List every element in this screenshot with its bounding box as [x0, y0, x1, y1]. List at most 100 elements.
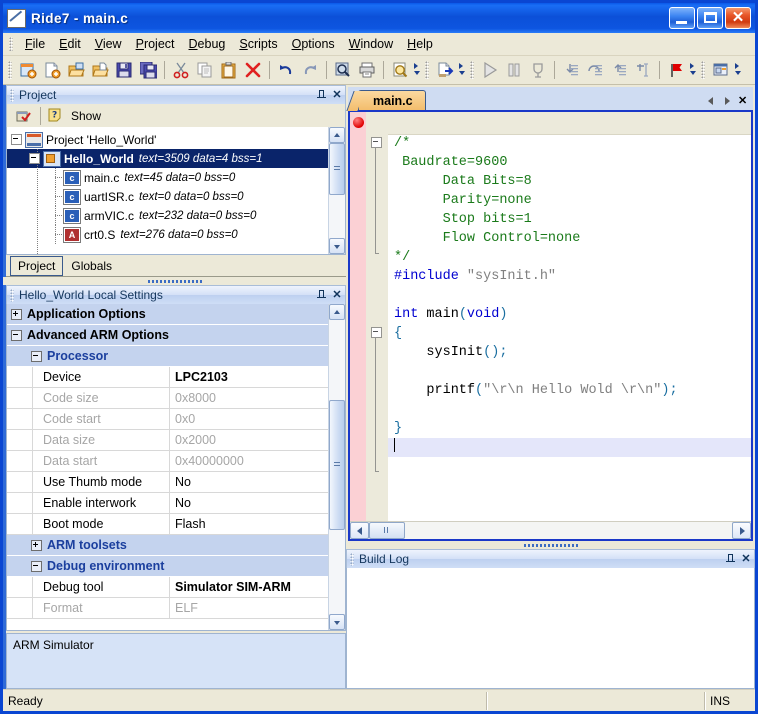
settings-row-data-size[interactable]: Data size 0x2000 — [7, 430, 328, 451]
save-icon[interactable] — [113, 59, 135, 81]
close-icon[interactable] — [739, 552, 753, 567]
toolbar-grip-2[interactable] — [425, 61, 429, 79]
code-line-14[interactable]: printf("\r\n Hello Wold \r\n"); — [388, 381, 751, 400]
left-splitter[interactable] — [3, 277, 346, 285]
build-log-grip[interactable] — [350, 552, 354, 566]
settings-row-format[interactable]: Format ELF — [7, 598, 328, 619]
project-tree-scrollbar[interactable] — [328, 127, 345, 254]
expander-plus-icon[interactable] — [11, 308, 22, 320]
code-line-12[interactable]: sysInit(); — [388, 343, 751, 362]
scroll-up-icon[interactable] — [329, 127, 345, 143]
scrollbar-thumb[interactable] — [329, 143, 345, 195]
menu-project[interactable]: Project — [129, 35, 182, 53]
build-log-content[interactable] — [346, 568, 755, 689]
tree-item-target-hello-world[interactable]: Hello_World text=3509 data=4 bss=1 — [7, 149, 328, 168]
tree-item-uartisr-c[interactable]: uartISR.c text=0 data=0 bss=0 — [7, 187, 328, 206]
settings-row-use-thumb-mode[interactable]: Use Thumb mode No — [7, 472, 328, 493]
new-file-icon[interactable] — [41, 59, 63, 81]
scrollbar-track-lower[interactable] — [329, 530, 345, 614]
tree-item-main-c[interactable]: main.c text=45 data=0 bss=0 — [7, 168, 328, 187]
scroll-down-icon[interactable] — [329, 614, 345, 630]
settings-category-advanced-arm-options[interactable]: Advanced ARM Options — [7, 325, 328, 346]
code-line-4[interactable]: Parity=none — [388, 191, 751, 210]
cut-icon[interactable] — [170, 59, 192, 81]
hscrollbar-track[interactable] — [405, 522, 732, 539]
menu-view[interactable]: View — [88, 35, 129, 53]
project-panel-grip[interactable] — [10, 88, 14, 102]
maximize-button[interactable] — [697, 7, 723, 29]
toolbar-overflow-2[interactable] — [457, 59, 469, 81]
menu-grip[interactable] — [9, 37, 13, 51]
code-line-5[interactable]: Stop bits=1 — [388, 210, 751, 229]
breakpoint-gutter[interactable] — [350, 112, 366, 521]
chevron-left-icon[interactable] — [706, 95, 717, 107]
scroll-up-icon[interactable] — [329, 304, 345, 320]
scrollbar-thumb[interactable] — [329, 400, 345, 530]
paste-icon[interactable] — [218, 59, 240, 81]
menu-scripts[interactable]: Scripts — [232, 35, 284, 53]
settings-row-code-size[interactable]: Code size 0x8000 — [7, 388, 328, 409]
editor-buildlog-splitter[interactable] — [346, 541, 755, 549]
workspace-icon[interactable] — [710, 59, 732, 81]
find-icon[interactable] — [332, 59, 354, 81]
settings-row-enable-interwork[interactable]: Enable interwork No — [7, 493, 328, 514]
menu-debug[interactable]: Debug — [182, 35, 233, 53]
step-out-icon[interactable] — [608, 59, 630, 81]
toolbar-grip-3[interactable] — [470, 61, 474, 79]
property-value[interactable]: Simulator SIM-ARM — [170, 577, 328, 597]
breakpoint-flag-icon[interactable] — [665, 59, 687, 81]
project-options-icon[interactable] — [14, 105, 34, 127]
undo-icon[interactable] — [275, 59, 297, 81]
print-preview-icon[interactable] — [389, 59, 411, 81]
help-icon[interactable]: ? — [47, 105, 65, 127]
settings-category-application-options[interactable]: Application Options — [7, 304, 328, 325]
code-folding-gutter[interactable] — [366, 112, 388, 521]
settings-scrollbar[interactable] — [328, 304, 345, 630]
chevron-right-icon[interactable] — [722, 95, 733, 107]
code-line-8[interactable]: #include "sysInit.h" — [388, 267, 751, 286]
step-into-icon[interactable] — [560, 59, 582, 81]
redo-icon[interactable] — [299, 59, 321, 81]
code-line-17-current[interactable] — [388, 438, 751, 457]
build-icon[interactable] — [434, 59, 456, 81]
run-to-cursor-icon[interactable] — [632, 59, 654, 81]
hscrollbar-thumb[interactable] — [369, 522, 405, 539]
code-line-11[interactable]: { — [388, 324, 751, 343]
toolbar-overflow-4[interactable] — [733, 59, 745, 81]
toolbar-grip-1[interactable] — [8, 61, 12, 79]
tree-item-project-root[interactable]: Project 'Hello_World' — [7, 130, 328, 149]
scroll-down-icon[interactable] — [329, 238, 345, 254]
settings-row-code-start[interactable]: Code start 0x0 — [7, 409, 328, 430]
expander-minus-icon[interactable] — [31, 350, 42, 362]
run-icon[interactable] — [479, 59, 501, 81]
code-line-6[interactable]: Flow Control=none — [388, 229, 751, 248]
close-icon[interactable] — [330, 88, 344, 103]
pin-icon[interactable] — [315, 288, 329, 303]
tree-item-armvic-c[interactable]: armVIC.c text=232 data=0 bss=0 — [7, 206, 328, 225]
save-all-icon[interactable] — [137, 59, 159, 81]
code-line-13[interactable] — [388, 362, 751, 381]
project-tree[interactable]: Project 'Hello_World' Hello_World text=3… — [7, 127, 328, 254]
scrollbar-track-upper[interactable] — [329, 320, 345, 400]
toolbar-overflow-3[interactable] — [688, 59, 700, 81]
close-button[interactable] — [725, 7, 751, 29]
show-label[interactable]: Show — [71, 109, 101, 123]
code-line-1[interactable]: /* — [388, 134, 751, 153]
pin-icon[interactable] — [315, 88, 329, 103]
menu-window[interactable]: Window — [342, 35, 400, 53]
code-line-3[interactable]: Data Bits=8 — [388, 172, 751, 191]
expander-minus-icon[interactable] — [29, 153, 40, 164]
code-line-9[interactable] — [388, 286, 751, 305]
print-icon[interactable] — [356, 59, 378, 81]
scroll-left-icon[interactable] — [350, 522, 369, 539]
stop-debug-icon[interactable] — [527, 59, 549, 81]
settings-subcategory-debug-environment[interactable]: Debug environment — [7, 556, 328, 577]
property-value[interactable]: No — [170, 472, 328, 492]
toolbar-grip-4[interactable] — [701, 61, 705, 79]
close-icon[interactable] — [738, 94, 749, 107]
settings-subcategory-arm-toolsets[interactable]: ARM toolsets — [7, 535, 328, 556]
close-icon[interactable] — [330, 288, 344, 303]
code-editor[interactable]: /* Baudrate=9600 Data Bits=8 Parity=none… — [348, 110, 753, 541]
delete-icon[interactable] — [242, 59, 264, 81]
property-value[interactable]: LPC2103 — [170, 367, 328, 387]
